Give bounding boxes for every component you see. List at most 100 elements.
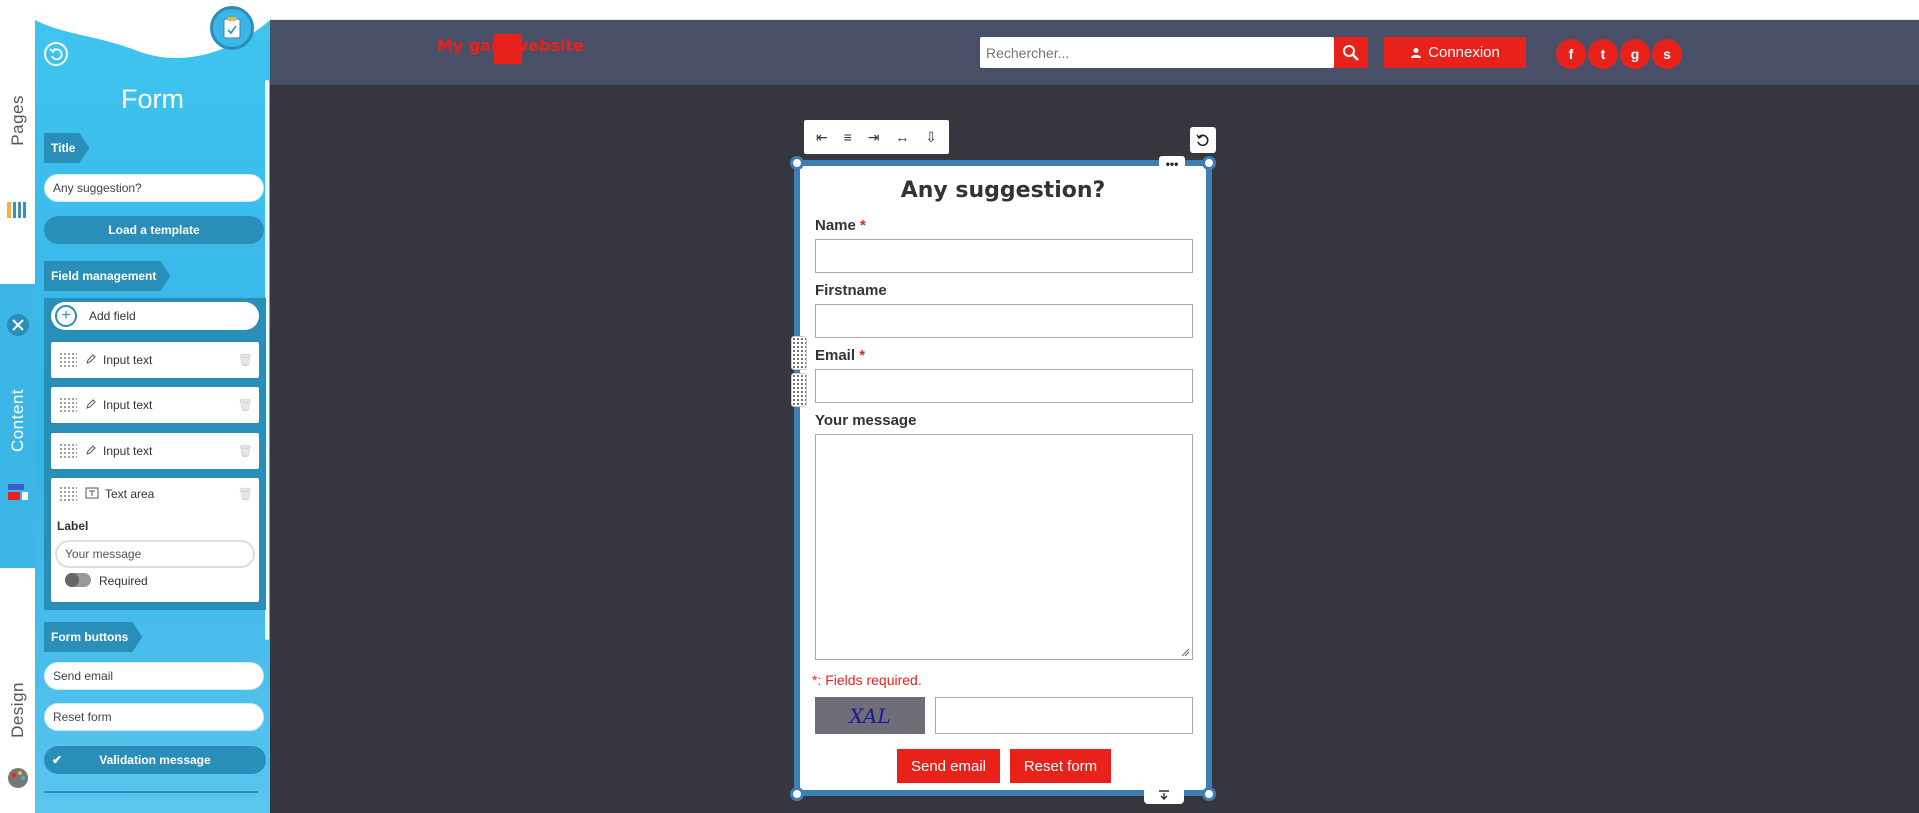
alignment-toolbar: ⇤ ≡ ⇥ ↔ ⇩ xyxy=(804,120,949,154)
field-label-text: Firstname xyxy=(815,282,887,299)
firstname-input[interactable] xyxy=(815,304,1193,338)
field-row-input-text-2[interactable]: Input text 🗑 xyxy=(51,387,259,423)
pencil-icon xyxy=(85,353,97,368)
panel-title: Form xyxy=(121,84,184,114)
tab-content[interactable]: Content xyxy=(0,284,35,568)
field-type-label: Text area xyxy=(105,487,155,501)
game-icon[interactable]: g xyxy=(1620,39,1650,69)
close-icon[interactable] xyxy=(7,314,29,336)
align-right-icon[interactable]: ⇥ xyxy=(868,129,880,146)
textarea-icon xyxy=(85,487,99,502)
tab-pages-label: Pages xyxy=(7,94,27,146)
reset-form-button[interactable]: Reset form xyxy=(1010,749,1111,783)
drag-grip-icon[interactable] xyxy=(791,336,807,370)
search-button[interactable] xyxy=(1334,37,1368,68)
drag-handle-icon[interactable] xyxy=(59,443,77,459)
tab-content-label: Content xyxy=(7,389,27,453)
search-input[interactable] xyxy=(980,37,1333,68)
drag-handle-icon[interactable] xyxy=(59,352,77,368)
facebook-icon[interactable]: f xyxy=(1556,39,1586,69)
tab-pages[interactable]: Pages xyxy=(0,90,35,150)
top-strip xyxy=(270,0,1919,20)
required-note: *: Fields required. xyxy=(812,672,922,688)
field-row-input-text-3[interactable]: Input text 🗑 xyxy=(51,433,259,469)
search-icon xyxy=(1343,44,1359,61)
full-width-icon[interactable]: ↔ xyxy=(895,129,909,145)
share-icon[interactable]: s xyxy=(1652,39,1682,69)
form-buttons-tag: Form buttons xyxy=(44,622,142,652)
reset-label-input[interactable]: Reset form xyxy=(44,703,264,731)
resize-handle-bottom-left[interactable] xyxy=(790,787,804,801)
title-input[interactable]: Any suggestion? xyxy=(44,174,264,202)
load-template-button[interactable]: Load a template xyxy=(44,216,264,244)
drag-handle-icon[interactable] xyxy=(59,486,77,502)
drag-handle-icon[interactable] xyxy=(59,397,77,413)
field-label-name: Name * xyxy=(815,217,866,234)
reset-position-icon[interactable] xyxy=(1190,127,1216,153)
login-label: Connexion xyxy=(1428,44,1500,61)
library-icon[interactable] xyxy=(6,200,28,220)
required-mark: * xyxy=(859,347,866,364)
resize-handle-top-right[interactable] xyxy=(1202,156,1216,170)
align-left-icon[interactable]: ⇤ xyxy=(816,129,828,146)
email-input[interactable] xyxy=(815,369,1193,403)
captcha-image: XAL xyxy=(815,697,925,734)
form-title: Any suggestion? xyxy=(900,178,1106,203)
field-type-label: Input text xyxy=(103,398,153,412)
check-icon: ✔ xyxy=(52,753,63,767)
trash-icon[interactable]: 🗑 xyxy=(238,487,253,501)
required-toggle[interactable] xyxy=(65,573,91,587)
required-mark: * xyxy=(860,217,866,234)
resize-handle-top-left[interactable] xyxy=(790,156,804,170)
palette-icon[interactable] xyxy=(6,766,30,790)
panel-divider xyxy=(44,791,258,793)
pencil-icon xyxy=(85,444,97,459)
more-options-icon[interactable]: ••• xyxy=(1159,156,1185,172)
field-row-text-area[interactable]: Text area 🗑 Label Your message Required xyxy=(51,478,259,602)
trash-icon[interactable]: 🗑 xyxy=(238,398,253,412)
validation-message-label: Validation message xyxy=(99,753,211,767)
trash-icon[interactable]: 🗑 xyxy=(238,353,253,367)
login-button[interactable]: Connexion xyxy=(1384,37,1526,68)
resize-grip-icon[interactable] xyxy=(1180,647,1190,657)
captcha-input[interactable] xyxy=(935,697,1193,734)
field-label-text: Your message xyxy=(815,412,917,429)
field-management-tag: Field management xyxy=(44,261,170,291)
field-row-input-text-1[interactable]: Input text 🗑 xyxy=(51,342,259,378)
field-type-label: Input text xyxy=(103,353,153,367)
site-logo[interactable]: My gam website xyxy=(437,36,584,55)
tab-design-label: Design xyxy=(7,682,27,738)
send-email-button[interactable]: Send email xyxy=(897,749,1000,783)
drag-grip-icon[interactable] xyxy=(791,373,807,407)
field-label-firstname: Firstname xyxy=(815,282,887,299)
send-label-input[interactable]: Send email xyxy=(44,662,264,690)
add-field-label: Add field xyxy=(89,309,136,323)
pencil-icon xyxy=(85,398,97,413)
tab-design[interactable]: Design xyxy=(0,680,35,740)
message-textarea[interactable] xyxy=(815,434,1193,660)
left-rail: Pages Content Design xyxy=(0,0,35,813)
add-icon: + xyxy=(55,305,77,327)
insert-below-icon[interactable] xyxy=(1144,786,1184,804)
field-label-text: Email xyxy=(815,347,856,364)
align-center-icon[interactable]: ≡ xyxy=(844,129,852,145)
label-heading: Label xyxy=(57,519,89,533)
trash-icon[interactable]: 🗑 xyxy=(238,444,253,458)
label-input[interactable]: Your message xyxy=(55,540,255,568)
validation-message-button[interactable]: ✔ Validation message xyxy=(44,746,266,774)
name-input[interactable] xyxy=(815,239,1193,273)
field-type-label: Input text xyxy=(103,444,153,458)
back-icon[interactable] xyxy=(44,42,68,66)
required-label: Required xyxy=(99,574,148,588)
field-label-email: Email * xyxy=(815,347,865,364)
add-field-button[interactable]: + Add field xyxy=(51,302,259,330)
search-box xyxy=(980,37,1334,68)
resize-handle-bottom-right[interactable] xyxy=(1202,787,1216,801)
twitter-icon[interactable]: t xyxy=(1588,39,1618,69)
field-label-message: Your message xyxy=(815,412,916,429)
field-label-text: Name xyxy=(815,217,856,234)
user-icon xyxy=(1411,47,1422,58)
content-blocks-icon xyxy=(6,480,30,504)
sort-icon[interactable]: ⇩ xyxy=(925,129,937,146)
clipboard-icon[interactable] xyxy=(210,6,254,50)
